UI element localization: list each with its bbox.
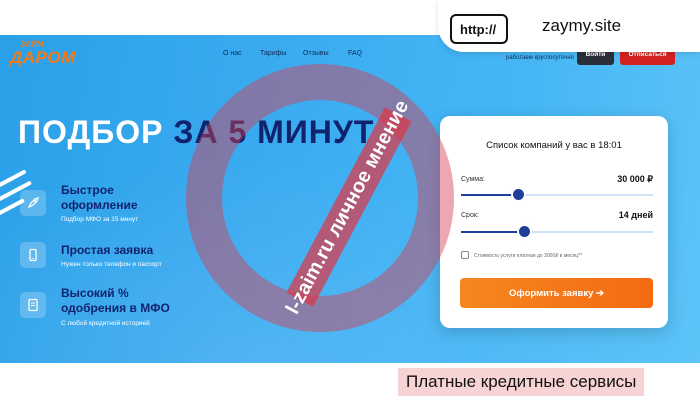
sum-label: Сумма: xyxy=(461,176,485,183)
headline-white: ПОДБОР xyxy=(18,114,164,150)
nav-item-tariffs[interactable]: Тарифы xyxy=(260,50,286,57)
terms-checkbox-label: Стоимость услуги платная до 3000₽ в меся… xyxy=(474,253,583,259)
feature-approval-title-line2: одобрения в МФО xyxy=(61,301,170,315)
feature-fast-title: Быстрое оформление xyxy=(61,183,138,213)
url-protocol: http:// xyxy=(450,14,508,44)
card-title: Список компаний у вас в 18:01 xyxy=(486,140,622,151)
feature-fast-title-line2: оформление xyxy=(61,198,138,212)
feature-fast-title-line1: Быстрое xyxy=(61,183,114,197)
term-slider-handle[interactable] xyxy=(518,226,530,237)
feature-simple-title: Простая заявка xyxy=(61,243,154,257)
feature-approval-sub: С любой кредитной историей xyxy=(61,320,150,327)
url-domain: zaymy.site xyxy=(542,16,622,35)
nav-item-reviews[interactable]: Отзывы xyxy=(303,50,329,57)
caption-label: Платные кредитные сервисы xyxy=(398,368,645,396)
phone-icon xyxy=(20,242,46,268)
terms-checkbox[interactable] xyxy=(461,251,469,259)
nav-item-about[interactable]: О нас xyxy=(223,50,242,57)
site-logo[interactable]: ЗАЙМ ДАРОМ xyxy=(8,40,78,70)
apply-button[interactable]: Оформить заявку ➔ xyxy=(460,278,653,308)
nav-item-faq[interactable]: FAQ xyxy=(348,50,362,57)
term-label: Срок: xyxy=(461,212,479,219)
sum-slider-fill xyxy=(461,194,519,196)
rocket-icon xyxy=(20,190,46,216)
page: ЗАЙМ ДАРОМ О нас Тарифы Отзывы FAQ +7 (8… xyxy=(0,0,700,400)
term-slider-fill xyxy=(461,231,525,233)
sum-value: 30 000 ₽ xyxy=(617,174,653,184)
feature-approval-title: Высокий % одобрения в МФО xyxy=(61,286,170,316)
feature-fast-sub: Подбор МФО за 15 минут xyxy=(61,216,139,223)
feature-approval-title-line1: Высокий % xyxy=(61,286,129,300)
feature-simple-sub: Нужен только телефон и паспорт xyxy=(61,261,162,268)
document-icon xyxy=(20,292,46,318)
logo-big-text: ДАРОМ xyxy=(10,48,76,67)
phone-note: работаем круглосуточно xyxy=(506,55,574,61)
term-value: 14 дней xyxy=(618,210,653,220)
